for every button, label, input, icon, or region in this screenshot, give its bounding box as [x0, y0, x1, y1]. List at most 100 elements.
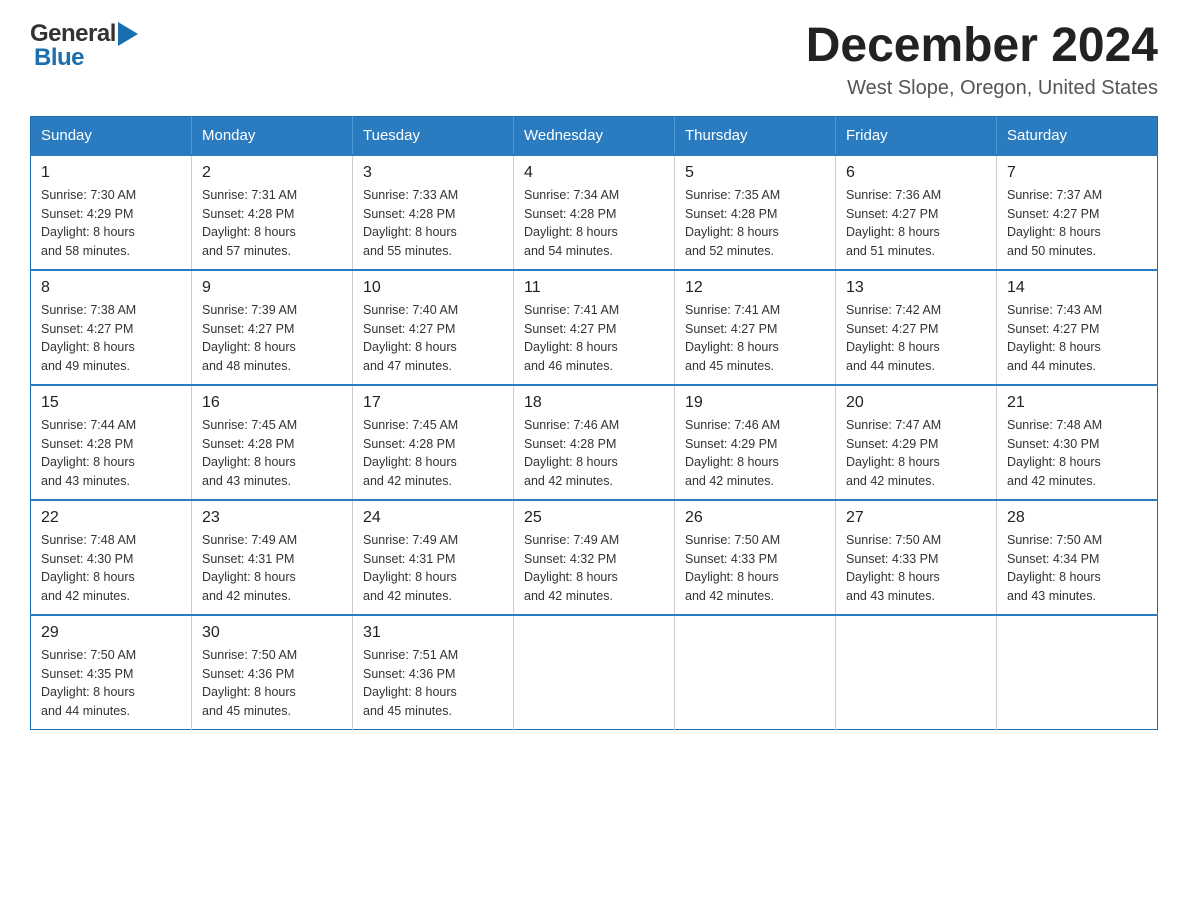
day-info: Sunrise: 7:50 AM Sunset: 4:35 PM Dayligh… [41, 646, 181, 721]
day-number: 12 [685, 279, 825, 297]
day-info: Sunrise: 7:47 AM Sunset: 4:29 PM Dayligh… [846, 416, 986, 491]
day-info: Sunrise: 7:45 AM Sunset: 4:28 PM Dayligh… [202, 416, 342, 491]
day-of-week-header-thursday: Thursday [675, 116, 836, 155]
title-block: December 2024 West Slope, Oregon, United… [806, 20, 1158, 100]
calendar-day-cell: 26 Sunrise: 7:50 AM Sunset: 4:33 PM Dayl… [675, 500, 836, 615]
day-info: Sunrise: 7:43 AM Sunset: 4:27 PM Dayligh… [1007, 301, 1147, 376]
day-info: Sunrise: 7:33 AM Sunset: 4:28 PM Dayligh… [363, 186, 503, 261]
calendar-day-cell: 11 Sunrise: 7:41 AM Sunset: 4:27 PM Dayl… [514, 270, 675, 385]
calendar-day-cell: 5 Sunrise: 7:35 AM Sunset: 4:28 PM Dayli… [675, 155, 836, 270]
calendar-day-cell: 10 Sunrise: 7:40 AM Sunset: 4:27 PM Dayl… [353, 270, 514, 385]
calendar-day-cell: 3 Sunrise: 7:33 AM Sunset: 4:28 PM Dayli… [353, 155, 514, 270]
calendar-day-cell: 15 Sunrise: 7:44 AM Sunset: 4:28 PM Dayl… [31, 385, 192, 500]
calendar-day-cell: 6 Sunrise: 7:36 AM Sunset: 4:27 PM Dayli… [836, 155, 997, 270]
calendar-header-row: SundayMondayTuesdayWednesdayThursdayFrid… [31, 116, 1158, 155]
day-of-week-header-monday: Monday [192, 116, 353, 155]
calendar-day-cell: 2 Sunrise: 7:31 AM Sunset: 4:28 PM Dayli… [192, 155, 353, 270]
day-number: 24 [363, 509, 503, 527]
day-info: Sunrise: 7:49 AM Sunset: 4:32 PM Dayligh… [524, 531, 664, 606]
day-of-week-header-saturday: Saturday [997, 116, 1158, 155]
day-number: 14 [1007, 279, 1147, 297]
calendar-week-row: 29 Sunrise: 7:50 AM Sunset: 4:35 PM Dayl… [31, 615, 1158, 730]
day-number: 18 [524, 394, 664, 412]
day-info: Sunrise: 7:40 AM Sunset: 4:27 PM Dayligh… [363, 301, 503, 376]
day-of-week-header-tuesday: Tuesday [353, 116, 514, 155]
calendar-day-cell: 19 Sunrise: 7:46 AM Sunset: 4:29 PM Dayl… [675, 385, 836, 500]
day-number: 16 [202, 394, 342, 412]
day-number: 6 [846, 164, 986, 182]
day-of-week-header-sunday: Sunday [31, 116, 192, 155]
day-number: 3 [363, 164, 503, 182]
day-info: Sunrise: 7:50 AM Sunset: 4:34 PM Dayligh… [1007, 531, 1147, 606]
day-number: 23 [202, 509, 342, 527]
calendar-day-cell [675, 615, 836, 730]
calendar-day-cell: 29 Sunrise: 7:50 AM Sunset: 4:35 PM Dayl… [31, 615, 192, 730]
calendar-day-cell: 30 Sunrise: 7:50 AM Sunset: 4:36 PM Dayl… [192, 615, 353, 730]
day-number: 10 [363, 279, 503, 297]
day-number: 11 [524, 279, 664, 297]
day-info: Sunrise: 7:37 AM Sunset: 4:27 PM Dayligh… [1007, 186, 1147, 261]
day-info: Sunrise: 7:41 AM Sunset: 4:27 PM Dayligh… [685, 301, 825, 376]
day-info: Sunrise: 7:50 AM Sunset: 4:33 PM Dayligh… [685, 531, 825, 606]
calendar-day-cell: 24 Sunrise: 7:49 AM Sunset: 4:31 PM Dayl… [353, 500, 514, 615]
day-number: 2 [202, 164, 342, 182]
day-info: Sunrise: 7:48 AM Sunset: 4:30 PM Dayligh… [41, 531, 181, 606]
calendar-day-cell [836, 615, 997, 730]
day-number: 29 [41, 624, 181, 642]
day-number: 20 [846, 394, 986, 412]
day-number: 17 [363, 394, 503, 412]
calendar-day-cell: 4 Sunrise: 7:34 AM Sunset: 4:28 PM Dayli… [514, 155, 675, 270]
day-number: 1 [41, 164, 181, 182]
logo: General Blue [30, 20, 138, 72]
day-number: 28 [1007, 509, 1147, 527]
calendar-day-cell: 18 Sunrise: 7:46 AM Sunset: 4:28 PM Dayl… [514, 385, 675, 500]
day-number: 30 [202, 624, 342, 642]
day-number: 15 [41, 394, 181, 412]
logo-blue-text: Blue [34, 44, 84, 72]
calendar-week-row: 15 Sunrise: 7:44 AM Sunset: 4:28 PM Dayl… [31, 385, 1158, 500]
calendar-day-cell: 21 Sunrise: 7:48 AM Sunset: 4:30 PM Dayl… [997, 385, 1158, 500]
day-info: Sunrise: 7:42 AM Sunset: 4:27 PM Dayligh… [846, 301, 986, 376]
location-subtitle: West Slope, Oregon, United States [806, 77, 1158, 100]
calendar-day-cell: 12 Sunrise: 7:41 AM Sunset: 4:27 PM Dayl… [675, 270, 836, 385]
calendar-day-cell: 22 Sunrise: 7:48 AM Sunset: 4:30 PM Dayl… [31, 500, 192, 615]
calendar-week-row: 22 Sunrise: 7:48 AM Sunset: 4:30 PM Dayl… [31, 500, 1158, 615]
day-number: 8 [41, 279, 181, 297]
day-info: Sunrise: 7:35 AM Sunset: 4:28 PM Dayligh… [685, 186, 825, 261]
day-number: 25 [524, 509, 664, 527]
calendar-day-cell: 28 Sunrise: 7:50 AM Sunset: 4:34 PM Dayl… [997, 500, 1158, 615]
day-info: Sunrise: 7:49 AM Sunset: 4:31 PM Dayligh… [363, 531, 503, 606]
day-info: Sunrise: 7:51 AM Sunset: 4:36 PM Dayligh… [363, 646, 503, 721]
day-number: 22 [41, 509, 181, 527]
calendar-day-cell: 1 Sunrise: 7:30 AM Sunset: 4:29 PM Dayli… [31, 155, 192, 270]
day-info: Sunrise: 7:36 AM Sunset: 4:27 PM Dayligh… [846, 186, 986, 261]
day-number: 31 [363, 624, 503, 642]
page-header: General Blue December 2024 West Slope, O… [30, 20, 1158, 100]
day-number: 27 [846, 509, 986, 527]
calendar-day-cell: 9 Sunrise: 7:39 AM Sunset: 4:27 PM Dayli… [192, 270, 353, 385]
calendar-day-cell: 23 Sunrise: 7:49 AM Sunset: 4:31 PM Dayl… [192, 500, 353, 615]
day-number: 7 [1007, 164, 1147, 182]
day-number: 13 [846, 279, 986, 297]
day-number: 4 [524, 164, 664, 182]
calendar-day-cell [997, 615, 1158, 730]
day-info: Sunrise: 7:31 AM Sunset: 4:28 PM Dayligh… [202, 186, 342, 261]
day-info: Sunrise: 7:44 AM Sunset: 4:28 PM Dayligh… [41, 416, 181, 491]
calendar-table: SundayMondayTuesdayWednesdayThursdayFrid… [30, 116, 1158, 730]
day-number: 21 [1007, 394, 1147, 412]
calendar-day-cell: 27 Sunrise: 7:50 AM Sunset: 4:33 PM Dayl… [836, 500, 997, 615]
day-info: Sunrise: 7:50 AM Sunset: 4:33 PM Dayligh… [846, 531, 986, 606]
day-of-week-header-wednesday: Wednesday [514, 116, 675, 155]
day-info: Sunrise: 7:34 AM Sunset: 4:28 PM Dayligh… [524, 186, 664, 261]
day-info: Sunrise: 7:50 AM Sunset: 4:36 PM Dayligh… [202, 646, 342, 721]
calendar-day-cell: 17 Sunrise: 7:45 AM Sunset: 4:28 PM Dayl… [353, 385, 514, 500]
day-info: Sunrise: 7:39 AM Sunset: 4:27 PM Dayligh… [202, 301, 342, 376]
calendar-week-row: 8 Sunrise: 7:38 AM Sunset: 4:27 PM Dayli… [31, 270, 1158, 385]
day-of-week-header-friday: Friday [836, 116, 997, 155]
calendar-day-cell: 16 Sunrise: 7:45 AM Sunset: 4:28 PM Dayl… [192, 385, 353, 500]
day-info: Sunrise: 7:38 AM Sunset: 4:27 PM Dayligh… [41, 301, 181, 376]
calendar-day-cell: 14 Sunrise: 7:43 AM Sunset: 4:27 PM Dayl… [997, 270, 1158, 385]
day-info: Sunrise: 7:49 AM Sunset: 4:31 PM Dayligh… [202, 531, 342, 606]
month-title: December 2024 [806, 20, 1158, 73]
day-info: Sunrise: 7:30 AM Sunset: 4:29 PM Dayligh… [41, 186, 181, 261]
